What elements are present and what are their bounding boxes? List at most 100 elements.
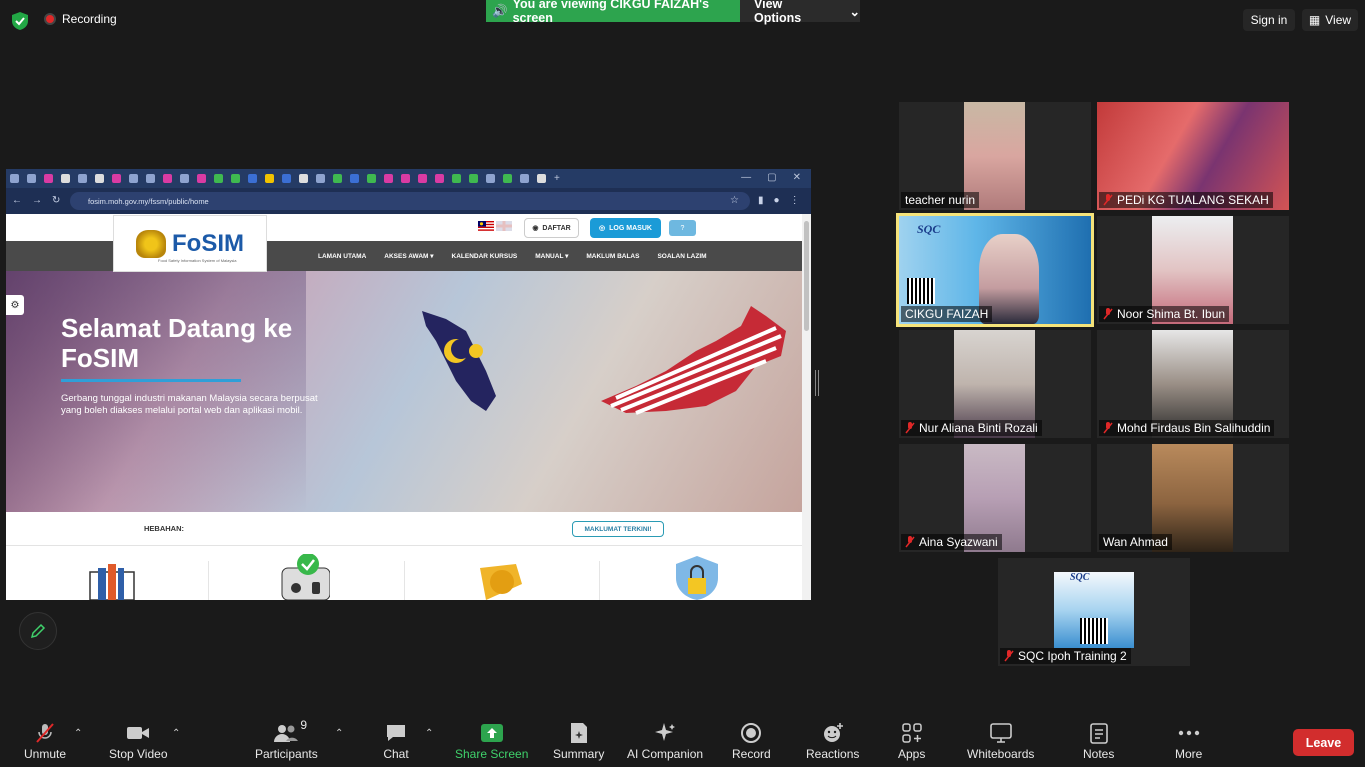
chat-caret-icon[interactable]: ⌃	[425, 728, 433, 739]
whiteboards-button[interactable]: Whiteboards	[967, 722, 1034, 761]
tab-icon[interactable]	[435, 174, 444, 183]
active-speaker-tile[interactable]: SQC CIKGU FAIZAH	[896, 213, 1094, 327]
tab-icon[interactable]	[350, 174, 359, 183]
view-button[interactable]: ▦ View	[1302, 9, 1358, 31]
menu-kalendar-kursus[interactable]: KALENDAR KURSUS	[452, 253, 518, 260]
tab-icon[interactable]	[231, 174, 240, 183]
menu-soalan-lazim[interactable]: SOALAN LAZIM	[657, 253, 706, 260]
tab-icon[interactable]	[95, 174, 104, 183]
menu-manual[interactable]: MANUAL ▾	[535, 252, 568, 260]
tab-icon[interactable]	[78, 174, 87, 183]
summary-button[interactable]: Summary	[553, 722, 604, 761]
daftar-button[interactable]: ◉ DAFTAR	[524, 218, 579, 238]
participant-tile[interactable]: teacher nurin	[899, 102, 1091, 210]
tab-icon[interactable]	[10, 174, 19, 183]
audio-options-caret-icon[interactable]: ⌃	[74, 728, 82, 739]
security-shield-icon[interactable]	[12, 12, 28, 30]
forward-icon[interactable]: →	[32, 195, 42, 206]
bookmark-star-icon[interactable]: ☆	[730, 195, 739, 206]
ai-companion-button[interactable]: AI Companion	[627, 722, 703, 761]
maklumat-terkini-button[interactable]: MAKLUMAT TERKINI!	[572, 521, 664, 537]
scrollbar-thumb[interactable]	[804, 221, 809, 331]
tab-icon[interactable]	[61, 174, 70, 183]
tab-icon[interactable]	[197, 174, 206, 183]
participant-tile[interactable]: Wan Ahmad	[1097, 444, 1289, 552]
tab-icon[interactable]	[282, 174, 291, 183]
participants-caret-icon[interactable]: ⌃	[335, 728, 343, 739]
unmute-button[interactable]: Unmute	[24, 722, 66, 761]
whiteboards-label: Whiteboards	[967, 747, 1035, 761]
site-logo[interactable]: FoSIM Food Safety Information System of …	[113, 215, 267, 272]
tab-icon[interactable]	[214, 174, 223, 183]
tab-icon[interactable]	[27, 174, 36, 183]
annotate-button[interactable]	[19, 612, 57, 650]
recording-indicator[interactable]: Recording	[44, 12, 117, 26]
reactions-button[interactable]: Reactions	[806, 722, 859, 761]
tab-icon[interactable]	[486, 174, 495, 183]
menu-laman-utama[interactable]: LAMAN UTAMA	[318, 253, 366, 260]
tab-icon[interactable]	[367, 174, 376, 183]
record-button[interactable]: Record	[732, 722, 771, 761]
maximize-icon[interactable]: ▢	[767, 172, 776, 183]
tab-icon[interactable]	[112, 174, 121, 183]
tab-icon[interactable]	[163, 174, 172, 183]
participant-tile[interactable]: Nur Aliana Binti Rozali	[899, 330, 1091, 438]
feature-divider	[404, 561, 405, 600]
sign-in-button[interactable]: Sign in	[1243, 9, 1295, 31]
stop-video-button[interactable]: Stop Video	[109, 722, 168, 761]
address-bar[interactable]: fosim.moh.gov.my/fssm/public/home	[70, 192, 750, 210]
notes-button[interactable]: Notes	[1083, 722, 1114, 761]
back-icon[interactable]: ←	[12, 195, 22, 206]
panel-resize-handle[interactable]	[815, 370, 819, 396]
apps-button[interactable]: Apps	[898, 722, 925, 761]
malaysia-flag-icon[interactable]	[478, 221, 494, 231]
tab-icon[interactable]	[520, 174, 529, 183]
reload-icon[interactable]: ↻	[52, 195, 60, 206]
tab-icon[interactable]	[333, 174, 342, 183]
tab-icon[interactable]	[299, 174, 308, 183]
new-tab-icon[interactable]: +	[554, 173, 560, 184]
help-button[interactable]: ?	[669, 220, 696, 236]
tab-icon[interactable]	[503, 174, 512, 183]
participant-tile[interactable]: PEDi KG TUALANG SEKAH	[1097, 102, 1289, 210]
tab-icon[interactable]	[44, 174, 53, 183]
view-options-button[interactable]: View Options ⌄	[740, 0, 860, 25]
tab-icon[interactable]	[401, 174, 410, 183]
tab-icon[interactable]	[248, 174, 257, 183]
tab-icon[interactable]	[146, 174, 155, 183]
participants-button[interactable]: 9 Participants	[255, 718, 318, 761]
sidebar-icon[interactable]: ▮	[758, 195, 764, 206]
close-icon[interactable]: ✕	[793, 172, 801, 183]
menu-akses-awam[interactable]: AKSES AWAM ▾	[384, 252, 433, 260]
share-screen-button[interactable]: Share Screen	[455, 722, 528, 761]
tab-icon[interactable]	[129, 174, 138, 183]
feature-divider	[208, 561, 209, 600]
participants-icon: 9	[273, 718, 307, 744]
active-tab-close-icon[interactable]	[537, 174, 546, 183]
participant-tile[interactable]: Noor Shima Bt. Ibun	[1097, 216, 1289, 324]
tab-icon[interactable]	[316, 174, 325, 183]
video-camera-icon	[125, 722, 151, 744]
settings-gear-icon[interactable]: ⚙	[6, 295, 24, 315]
log-masuk-button[interactable]: ◎ LOG MASUK	[590, 218, 661, 238]
menu-dots-icon[interactable]: ⋮	[790, 195, 800, 206]
participant-tile[interactable]: Mohd Firdaus Bin Salihuddin	[1097, 330, 1289, 438]
tab-icon[interactable]	[452, 174, 461, 183]
profile-icon[interactable]: ●	[774, 195, 780, 206]
shared-screen[interactable]: + — ▢ ✕ ← → ↻ fosim.moh.gov.my/fssm/publ…	[6, 169, 811, 600]
leave-button[interactable]: Leave	[1293, 729, 1354, 756]
tab-icon[interactable]	[418, 174, 427, 183]
menu-maklum-balas[interactable]: MAKLUM BALAS	[586, 253, 639, 260]
tab-icon[interactable]	[384, 174, 393, 183]
video-options-caret-icon[interactable]: ⌃	[172, 728, 180, 739]
tab-icon[interactable]	[265, 174, 274, 183]
uk-flag-icon[interactable]	[496, 221, 512, 231]
logo-text: FoSIM	[172, 229, 244, 257]
minimize-icon[interactable]: —	[741, 172, 751, 183]
tab-icon[interactable]	[469, 174, 478, 183]
chat-button[interactable]: Chat	[383, 722, 409, 761]
tab-icon[interactable]	[180, 174, 189, 183]
participant-tile[interactable]: Aina Syazwani	[899, 444, 1091, 552]
more-button[interactable]: More	[1175, 722, 1202, 761]
participant-tile[interactable]: SQC SQC Ipoh Training 2	[998, 558, 1190, 666]
